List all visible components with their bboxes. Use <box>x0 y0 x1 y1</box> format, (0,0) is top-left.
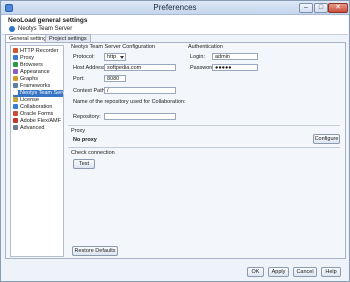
protocol-label: Protocol: <box>73 54 95 60</box>
apply-button[interactable]: Apply <box>268 267 289 277</box>
restore-defaults-button[interactable]: Restore Defaults <box>72 246 118 256</box>
maximize-button[interactable]: □ <box>314 3 328 13</box>
http-recorder-icon <box>13 48 18 53</box>
auth-section-title: Authentication <box>188 44 223 50</box>
proxy-icon <box>13 55 18 60</box>
tree-item-label: Browsers <box>20 62 43 68</box>
divider <box>68 125 340 126</box>
header-title: NeoLoad general settings <box>8 17 88 24</box>
frameworks-icon <box>13 83 18 88</box>
tree-item-label: Adobe Flex/AMF <box>20 118 61 124</box>
team-server-section-title: Neotys Team Server Configuration <box>71 44 155 50</box>
tree-item-label: Graphs <box>20 76 39 82</box>
team-server-icon <box>13 90 18 95</box>
port-field[interactable]: 8080 <box>104 75 126 82</box>
host-address-field[interactable]: softpedia.com <box>104 64 176 71</box>
repository-hint: Name of the repository used for Collabor… <box>73 99 186 105</box>
tree-item-label: Appearance <box>20 69 50 75</box>
tree-item-http-recorder[interactable]: HTTP Recorder <box>13 48 63 55</box>
context-path-label: Context Path: <box>73 88 107 94</box>
password-field[interactable]: ●●●●● <box>212 64 258 71</box>
graphs-icon <box>13 76 18 81</box>
team-server-settings: Neotys Team Server Configuration Authent… <box>65 43 345 259</box>
configure-proxy-button[interactable]: Configure <box>313 134 340 144</box>
browsers-icon <box>13 62 18 67</box>
oracle-forms-icon <box>13 111 18 116</box>
tree-item-label: Proxy <box>20 55 35 61</box>
tree-item-adobe-flex-amf[interactable]: Adobe Flex/AMF <box>13 118 63 125</box>
chevron-down-icon <box>120 56 124 59</box>
appearance-icon <box>13 69 18 74</box>
tree-item-proxy[interactable]: Proxy <box>13 55 63 62</box>
tree-item-graphs[interactable]: Graphs <box>13 76 63 83</box>
tree-item-appearance[interactable]: Appearance <box>13 69 63 76</box>
divider <box>68 147 340 148</box>
advanced-icon <box>13 125 18 130</box>
tree-item-browsers[interactable]: Browsers <box>13 62 63 69</box>
close-button[interactable]: ✕ <box>328 3 348 13</box>
protocol-select[interactable]: http <box>104 53 126 61</box>
repository-label: Repository: <box>73 114 101 120</box>
license-icon <box>13 97 18 102</box>
title-bar[interactable]: Preferences – □ ✕ <box>1 1 349 15</box>
tree-item-label: Oracle Forms <box>20 111 54 117</box>
tree-item-label: Collaboration <box>20 104 53 110</box>
context-path-field[interactable]: / <box>104 87 176 94</box>
login-field[interactable]: admin <box>212 53 258 60</box>
cancel-button[interactable]: Cancel <box>293 267 317 277</box>
tree-item-label: Frameworks <box>20 83 51 89</box>
ok-button[interactable]: OK <box>247 267 264 277</box>
tree-item-advanced[interactable]: Advanced <box>13 125 63 132</box>
settings-panel: HTTP Recorder Proxy Browsers Appearance … <box>5 42 346 259</box>
dialog-footer: OK Apply Cancel Help <box>2 263 348 281</box>
collaboration-icon <box>13 104 18 109</box>
check-connection-title: Check connection <box>71 150 115 156</box>
tree-item-license[interactable]: License <box>13 97 63 104</box>
tree-item-frameworks[interactable]: Frameworks <box>13 83 63 90</box>
window-title: Preferences <box>153 3 197 12</box>
repository-field[interactable] <box>104 113 176 120</box>
tree-item-neotys-team-server[interactable]: Neotys Team Server <box>13 90 70 97</box>
proxy-status: No proxy <box>73 137 97 143</box>
tree-item-collaboration[interactable]: Collaboration <box>13 104 63 111</box>
tree-item-label: Advanced <box>20 125 45 131</box>
tree-item-oracle-forms[interactable]: Oracle Forms <box>13 111 63 118</box>
settings-tree: HTTP Recorder Proxy Browsers Appearance … <box>10 45 70 257</box>
port-label: Port: <box>73 76 85 82</box>
preferences-window: Preferences – □ ✕ NeoLoad general settin… <box>0 0 350 282</box>
test-connection-button[interactable]: Test <box>73 159 95 169</box>
tree-item-label: HTTP Recorder <box>20 48 59 54</box>
header-subtitle: Neotys Team Server <box>18 26 73 32</box>
tree-item-label: License <box>20 97 39 103</box>
login-label: Login: <box>190 54 205 60</box>
team-server-icon <box>9 26 15 32</box>
minimize-button[interactable]: – <box>299 3 313 13</box>
adobe-flex-icon <box>13 118 18 123</box>
help-button[interactable]: Help <box>321 267 341 277</box>
protocol-value: http <box>107 54 117 60</box>
settings-header: NeoLoad general settings Neotys Team Ser… <box>2 15 348 35</box>
proxy-section-title: Proxy <box>71 128 86 134</box>
host-label: Host Address: <box>73 65 108 71</box>
tree-item-label: Neotys Team Server <box>20 90 70 96</box>
